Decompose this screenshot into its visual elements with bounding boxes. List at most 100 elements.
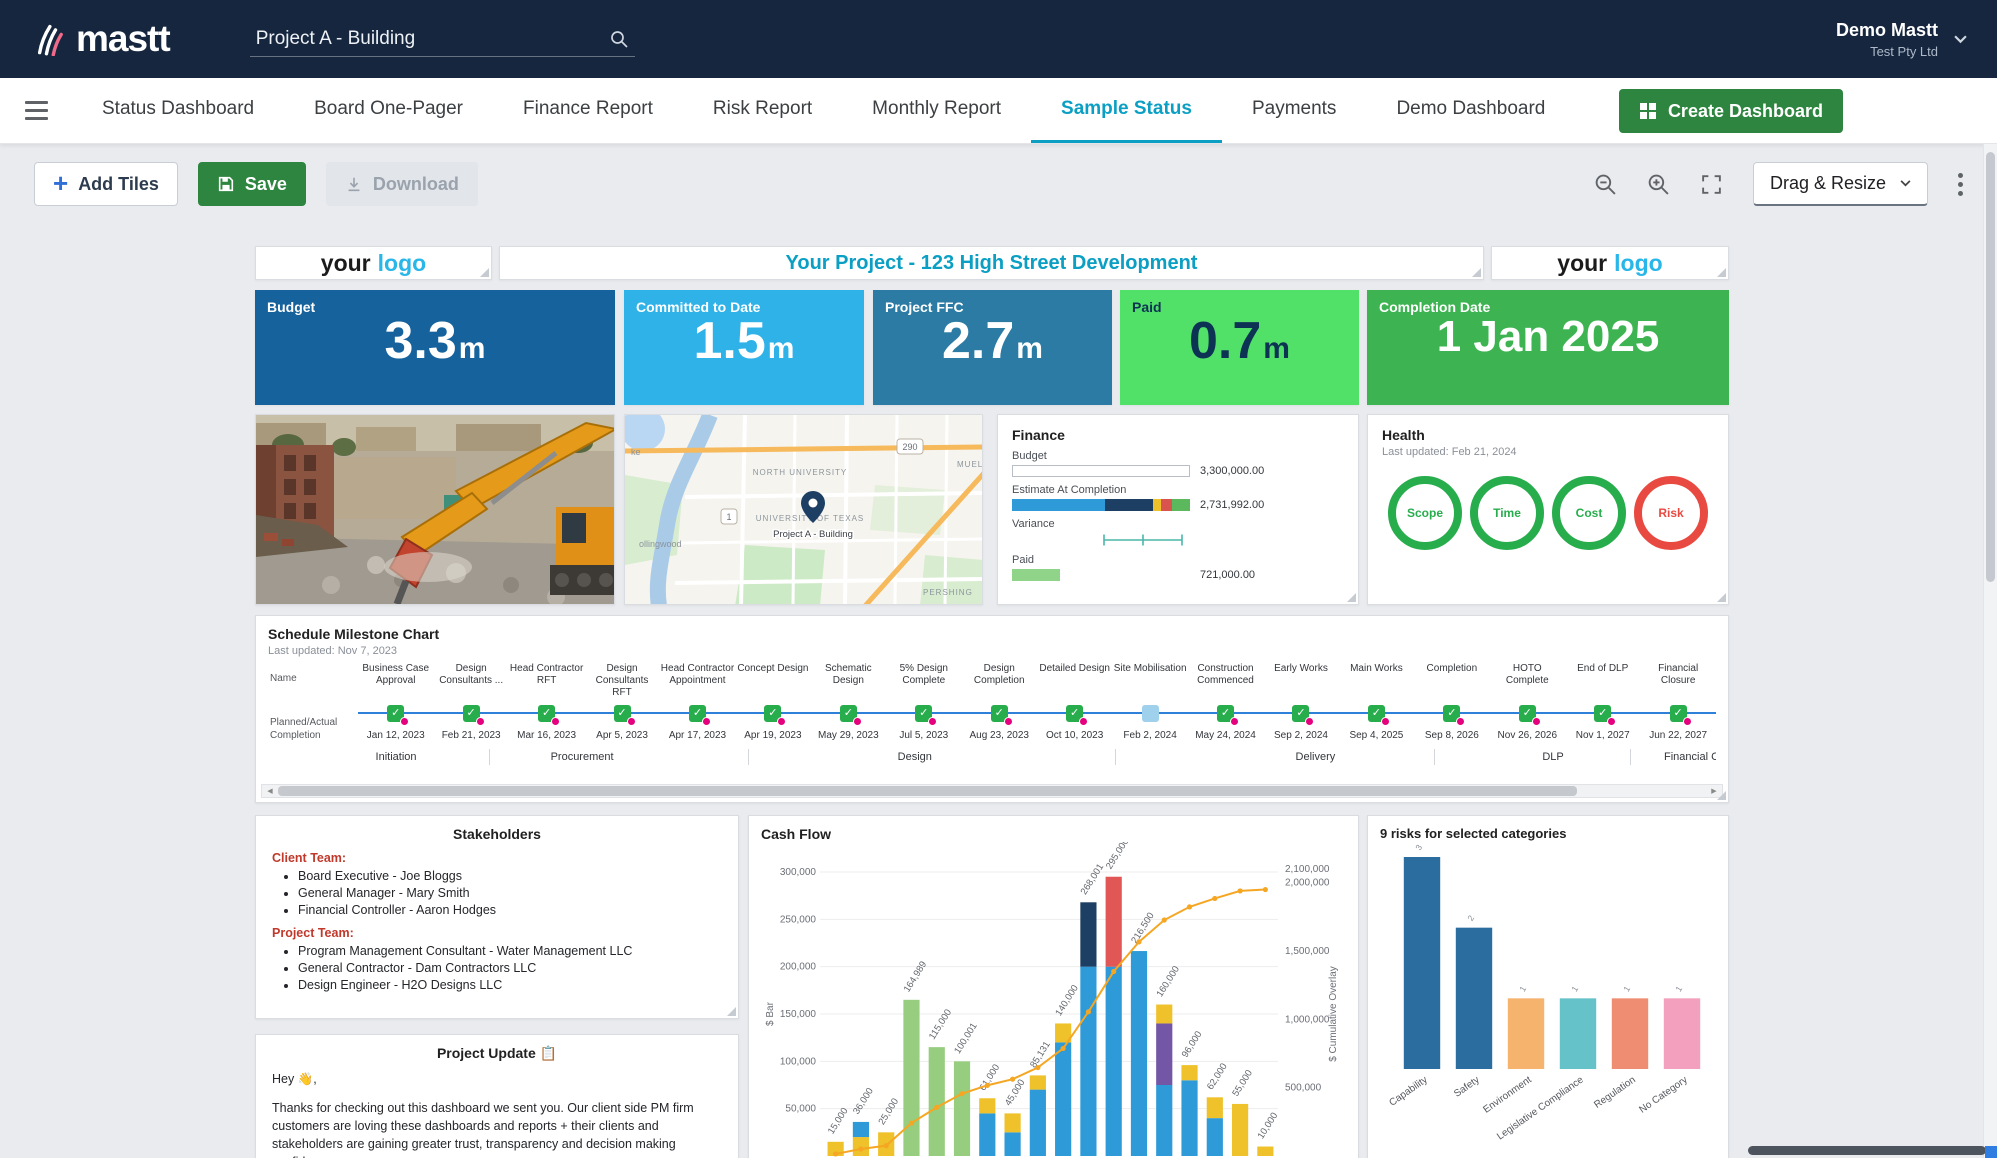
scroll-left-arrow[interactable]: ◀ bbox=[262, 785, 278, 797]
milestone[interactable]: Completion✓Sep 8, 2026 bbox=[1414, 661, 1489, 747]
site-photo-tile[interactable] bbox=[255, 414, 615, 605]
map-pin-label: Project A - Building bbox=[773, 529, 853, 540]
milestone-date: Apr 19, 2023 bbox=[744, 730, 801, 741]
scroll-thumb[interactable] bbox=[278, 786, 1577, 796]
milestone[interactable]: HOTO Complete✓Nov 26, 2026 bbox=[1490, 661, 1565, 747]
vertical-scrollbar[interactable] bbox=[1983, 144, 1997, 1158]
tab-finance-report[interactable]: Finance Report bbox=[493, 78, 683, 143]
cash-flow-tile[interactable]: Cash Flow 50,000100,000150,000200,000250… bbox=[748, 815, 1359, 1158]
search-input[interactable] bbox=[256, 28, 586, 50]
drag-resize-select[interactable]: Drag & Resize bbox=[1753, 162, 1928, 206]
download-button[interactable]: Download bbox=[326, 162, 478, 206]
project-search[interactable] bbox=[250, 22, 635, 57]
toolbar-right: Drag & Resize bbox=[1594, 162, 1963, 206]
phase-separator bbox=[489, 749, 490, 765]
milestone-name: Completion bbox=[1414, 661, 1489, 699]
milestone-planned-icon bbox=[1142, 705, 1159, 722]
vertical-scroll-thumb[interactable] bbox=[1986, 152, 1995, 582]
map-label-north-university: NORTH UNIVERSITY bbox=[753, 468, 848, 477]
milestone-badge bbox=[777, 717, 786, 726]
milestone[interactable]: Business Case Approval✓Jan 12, 2023 bbox=[358, 661, 433, 747]
scroll-track[interactable] bbox=[278, 785, 1706, 797]
milestone[interactable]: Financial Closure✓Jun 22, 2027 bbox=[1640, 661, 1715, 747]
milestone[interactable]: Head Contractor Appointment✓Apr 17, 2023 bbox=[660, 661, 735, 747]
account-menu[interactable]: Demo Mastt Test Pty Ltd bbox=[1836, 20, 1967, 59]
kpi-tile-ffc[interactable]: Project FFC2.7m bbox=[873, 290, 1112, 405]
milestone[interactable]: Design Consultants RFT✓Apr 5, 2023 bbox=[584, 661, 659, 747]
svg-text:300,000: 300,000 bbox=[780, 867, 817, 878]
logo-tile-left[interactable]: your logo bbox=[255, 246, 492, 280]
milestone-date: Jul 5, 2023 bbox=[899, 730, 948, 741]
health-time-indicator[interactable]: Time bbox=[1470, 476, 1544, 550]
mastt-logo[interactable]: mastt bbox=[36, 18, 170, 60]
more-options-button[interactable] bbox=[1958, 173, 1963, 196]
risks-tile[interactable]: 9 risks for selected categories 3Capabil… bbox=[1367, 815, 1729, 1158]
project-update-tile[interactable]: Project Update 📋 Hey 👋, Thanks for check… bbox=[255, 1034, 739, 1158]
horizontal-scroll-thumb[interactable] bbox=[1748, 1146, 1986, 1155]
health-tile[interactable]: Health Last updated: Feb 21, 2024 ScopeT… bbox=[1367, 414, 1729, 605]
milestone[interactable]: Detailed Design✓Oct 10, 2023 bbox=[1037, 661, 1112, 747]
finance-tile[interactable]: Finance Budget 3,300,000.00 Estimate At … bbox=[997, 414, 1359, 605]
chevron-down-icon[interactable] bbox=[1954, 35, 1967, 44]
svg-text:25,000: 25,000 bbox=[876, 1096, 901, 1126]
milestone[interactable]: 5% Design Complete✓Jul 5, 2023 bbox=[886, 661, 961, 747]
milestone-badge bbox=[928, 717, 937, 726]
milestone-check-icon: ✓ bbox=[387, 705, 404, 722]
create-dashboard-button[interactable]: Create Dashboard bbox=[1619, 89, 1843, 133]
milestone[interactable]: Main Works✓Sep 4, 2025 bbox=[1339, 661, 1414, 747]
milestone-check-icon: ✓ bbox=[614, 705, 631, 722]
tab-risk-report[interactable]: Risk Report bbox=[683, 78, 842, 143]
project-title-tile[interactable]: Your Project - 123 High Street Developme… bbox=[499, 246, 1484, 280]
add-tiles-button[interactable]: + Add Tiles bbox=[34, 162, 178, 206]
tab-sample-status[interactable]: Sample Status bbox=[1031, 78, 1222, 143]
svg-text:100,001: 100,001 bbox=[952, 1021, 980, 1056]
scroll-right-arrow[interactable]: ▶ bbox=[1706, 785, 1722, 797]
project-map-tile[interactable]: 290 1 ke NORTH UNIVERSITY MUELL UNIVERSI… bbox=[624, 414, 983, 605]
stakeholders-tile[interactable]: Stakeholders Client Team:Board Executive… bbox=[255, 815, 739, 1019]
milestone-date: Jan 12, 2023 bbox=[367, 730, 425, 741]
eac-segment-0 bbox=[1012, 499, 1105, 511]
schedule-row-labels: Name Planned/Actual Completion bbox=[268, 661, 358, 747]
milestone[interactable]: Schematic Design✓May 29, 2023 bbox=[811, 661, 886, 747]
zoom-out-button[interactable] bbox=[1594, 173, 1617, 196]
milestone[interactable]: Early Works✓Sep 2, 2024 bbox=[1263, 661, 1338, 747]
milestone[interactable]: Design Completion✓Aug 23, 2023 bbox=[962, 661, 1037, 747]
health-cost-indicator[interactable]: Cost bbox=[1552, 476, 1626, 550]
map[interactable]: 290 1 ke NORTH UNIVERSITY MUELL UNIVERSI… bbox=[625, 415, 983, 605]
milestone-name: Early Works bbox=[1263, 661, 1338, 699]
milestone[interactable]: Head Contractor RFT✓Mar 16, 2023 bbox=[509, 661, 584, 747]
search-icon[interactable] bbox=[609, 29, 629, 49]
logo-tile-right[interactable]: your logo bbox=[1491, 246, 1729, 280]
save-button[interactable]: Save bbox=[198, 162, 306, 206]
kpi-unit: m bbox=[768, 332, 795, 366]
milestone[interactable]: Construction Commenced✓May 24, 2024 bbox=[1188, 661, 1263, 747]
download-icon bbox=[345, 175, 363, 193]
tab-payments[interactable]: Payments bbox=[1222, 78, 1366, 143]
zoom-in-button[interactable] bbox=[1647, 173, 1670, 196]
hamburger-menu-icon[interactable] bbox=[0, 78, 72, 143]
kpi-tile-completion[interactable]: Completion Date1 Jan 2025 bbox=[1367, 290, 1729, 405]
kpi-tile-paid[interactable]: Paid0.7m bbox=[1120, 290, 1359, 405]
milestone[interactable]: Site MobilisationFeb 2, 2024 bbox=[1112, 661, 1187, 747]
health-risk-indicator[interactable]: Risk bbox=[1634, 476, 1708, 550]
tab-monthly-report[interactable]: Monthly Report bbox=[842, 78, 1031, 143]
milestone[interactable]: Concept Design✓Apr 19, 2023 bbox=[735, 661, 810, 747]
stakeholder-group: Project Team:Program Management Consulta… bbox=[272, 926, 722, 992]
health-scope-indicator[interactable]: Scope bbox=[1388, 476, 1462, 550]
milestone[interactable]: End of DLP✓Nov 1, 2027 bbox=[1565, 661, 1640, 747]
svg-text:2: 2 bbox=[1465, 913, 1476, 923]
tab-demo-dashboard[interactable]: Demo Dashboard bbox=[1366, 78, 1575, 143]
schedule-milestone-tile[interactable]: Schedule Milestone Chart Last updated: N… bbox=[255, 615, 1729, 803]
kpi-tile-committed[interactable]: Committed to Date1.5m bbox=[624, 290, 864, 405]
milestone[interactable]: Design Consultants ...✓Feb 21, 2023 bbox=[433, 661, 508, 747]
construction-photo bbox=[256, 415, 615, 605]
tab-board-one-pager[interactable]: Board One-Pager bbox=[284, 78, 493, 143]
schedule-scrollbar[interactable]: ◀ ▶ bbox=[261, 784, 1723, 798]
svg-text:10,000: 10,000 bbox=[1256, 1111, 1281, 1141]
fullscreen-button[interactable] bbox=[1700, 173, 1723, 196]
finance-eac-label: Estimate At Completion bbox=[1012, 484, 1344, 496]
tab-status-dashboard[interactable]: Status Dashboard bbox=[72, 78, 284, 143]
svg-text:No Category: No Category bbox=[1637, 1074, 1689, 1115]
milestone-name: Main Works bbox=[1339, 661, 1414, 699]
kpi-tile-budget[interactable]: Budget3.3m bbox=[255, 290, 615, 405]
